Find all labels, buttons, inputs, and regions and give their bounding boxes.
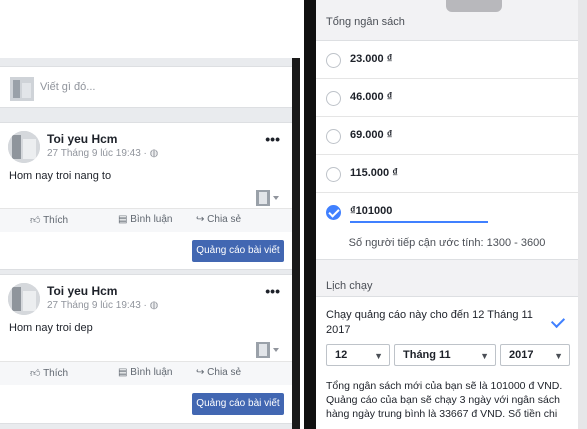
share-label: Chia sẻ: [207, 214, 242, 225]
comment-button[interactable]: ▤ Bình luận: [118, 367, 173, 378]
post-actions-bar: 👍︎ Thích ▤ Bình luận ↪ Chia sẻ: [0, 208, 292, 232]
post-timestamp: 27 Tháng 9 lúc 19:43 · ◍: [47, 300, 158, 311]
feed-post: Toi yeu Hcm 27 Tháng 9 lúc 19:43 · ◍ •••…: [0, 122, 292, 270]
budget-option[interactable]: 46.000 ₫: [316, 79, 578, 117]
share-icon: ↪: [196, 214, 208, 225]
share-button[interactable]: ↪ Chia sẻ: [196, 367, 241, 378]
schedule-section: Chạy quảng cáo này cho đến 12 Tháng 11 2…: [316, 296, 578, 429]
profile-photo-icon: [8, 131, 40, 163]
globe-icon: ◍: [149, 148, 159, 159]
year-select[interactable]: 2017 ▼: [500, 344, 570, 366]
budget-amount: 69.000 ₫: [350, 129, 393, 141]
like-button[interactable]: 👍︎ Thích: [30, 214, 68, 226]
more-options-icon[interactable]: •••: [265, 131, 280, 147]
thumbs-up-icon: 👍︎: [30, 215, 44, 226]
dropdown-arrow-icon: ▼: [554, 351, 563, 361]
comment-label: Bình luận: [130, 367, 173, 378]
globe-icon: ◍: [149, 300, 159, 311]
day-select[interactable]: 12 ▼: [326, 344, 390, 366]
comment-icon: ▤: [118, 367, 131, 378]
budget-summary-note: Tổng ngân sách mới của bạn sẽ là 101000 …: [326, 380, 563, 420]
screen-edge: [578, 0, 587, 429]
profile-photo-icon: [8, 283, 40, 315]
thumbs-up-icon: 👍︎: [30, 368, 44, 379]
budget-options: 23.000 ₫ 46.000 ₫ 69.000 ₫ 115.000 ₫ ₫10…: [316, 40, 578, 260]
timestamp-text: 27 Tháng 9 lúc 19:43 ·: [47, 300, 150, 311]
phone-frame: [292, 58, 300, 429]
budget-option[interactable]: 115.000 ₫: [316, 155, 578, 193]
budget-amount: 115.000 ₫: [350, 167, 398, 179]
estimated-reach: Số người tiếp cận ước tính: 1300 - 3600: [348, 237, 546, 249]
post-composer[interactable]: Viết gì đó...: [0, 66, 292, 108]
like-button[interactable]: 👍︎ Thích: [30, 367, 68, 379]
budget-option[interactable]: 23.000 ₫: [316, 41, 578, 79]
page-avatar-icon: [10, 77, 34, 101]
composer-placeholder[interactable]: Viết gì đó...: [40, 81, 95, 93]
month-value: Tháng 11: [403, 349, 451, 361]
radio-button[interactable]: [326, 129, 341, 144]
day-value: 12: [335, 349, 348, 361]
boost-post-button[interactable]: Quảng cáo bài viết: [192, 393, 284, 415]
share-icon: ↪: [196, 367, 208, 378]
budget-option[interactable]: 69.000 ₫: [316, 117, 578, 155]
radio-checked-icon[interactable]: [326, 205, 341, 220]
post-timestamp: 27 Tháng 9 lúc 19:43 · ◍: [47, 148, 158, 159]
budget-section-title: Tổng ngân sách: [326, 16, 405, 28]
feed-post: Toi yeu Hcm 27 Tháng 9 lúc 19:43 · ◍ •••…: [0, 274, 292, 424]
like-label: Thích: [43, 368, 69, 379]
more-options-icon[interactable]: •••: [265, 283, 280, 299]
radio-button[interactable]: [326, 53, 341, 68]
radio-button[interactable]: [326, 167, 341, 182]
schedule-section-title: Lịch chạy: [326, 280, 373, 292]
share-label: Chia sẻ: [207, 367, 242, 378]
audience-selector-icon[interactable]: [256, 189, 280, 207]
phone-frame: [304, 0, 316, 429]
post-text: Hom nay troi dep: [9, 322, 93, 334]
budget-amount: 46.000 ₫: [350, 91, 393, 103]
avatar[interactable]: [8, 283, 40, 315]
post-actions-bar: 👍︎ Thích ▤ Bình luận ↪ Chia sẻ: [0, 361, 292, 385]
month-select[interactable]: Tháng 11 ▼: [394, 344, 496, 366]
timestamp-text: 27 Tháng 9 lúc 19:43 ·: [47, 148, 150, 159]
facebook-feed: Viết gì đó... Toi yeu Hcm 27 Tháng 9 lúc…: [0, 58, 292, 429]
comment-label: Bình luận: [130, 214, 173, 225]
post-text: Hom nay troi nang to: [9, 170, 112, 182]
comment-icon: ▤: [118, 214, 131, 225]
ad-budget-screen: Tổng ngân sách 23.000 ₫ 46.000 ₫ 69.000 …: [316, 0, 578, 429]
custom-budget-input[interactable]: ₫101000: [350, 205, 392, 217]
budget-amount: 23.000 ₫: [350, 53, 393, 65]
run-until-option[interactable]: Chạy quảng cáo này cho đến 12 Tháng 11 2…: [326, 308, 536, 338]
like-label: Thích: [43, 215, 69, 226]
comment-button[interactable]: ▤ Bình luận: [118, 214, 173, 225]
radio-button[interactable]: [326, 91, 341, 106]
phone-notch: [446, 0, 502, 12]
dropdown-arrow-icon: ▼: [374, 351, 383, 361]
year-value: 2017: [509, 349, 534, 361]
input-underline: [350, 221, 488, 223]
dropdown-arrow-icon: ▼: [480, 351, 489, 361]
post-author[interactable]: Toi yeu Hcm: [47, 132, 117, 146]
avatar[interactable]: [8, 131, 40, 163]
audience-selector-icon[interactable]: [256, 341, 280, 359]
custom-budget-option[interactable]: ₫101000: [316, 193, 578, 231]
checkmark-icon: [550, 313, 566, 329]
boost-post-button[interactable]: Quảng cáo bài viết: [192, 240, 284, 262]
share-button[interactable]: ↪ Chia sẻ: [196, 214, 241, 225]
post-author[interactable]: Toi yeu Hcm: [47, 284, 117, 298]
